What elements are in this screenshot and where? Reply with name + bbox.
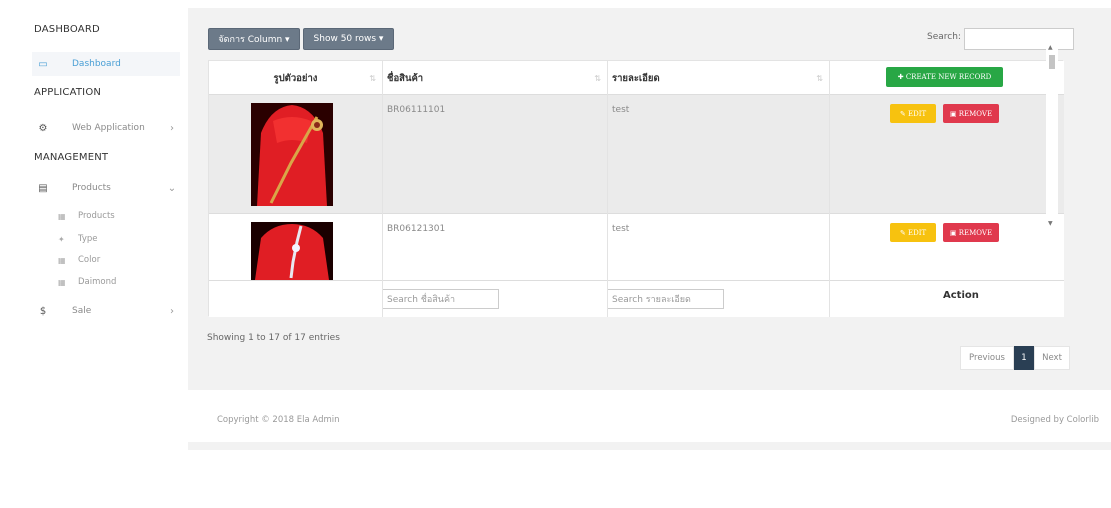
table-row[interactable]: BR06111101 test ✎ EDIT ▣ REMOVE — [209, 95, 1064, 214]
column-divider — [382, 61, 383, 317]
section-heading-dashboard: DASHBOARD — [34, 24, 100, 35]
sidebar-item-dashboard[interactable]: ▭ Dashboard — [32, 52, 180, 76]
product-code: BR06111101 — [387, 105, 446, 115]
sidebar-item-label: Dashboard — [72, 59, 121, 69]
column-header-name[interactable]: ชื่อสินค้า ⇅ — [382, 61, 607, 95]
main-content: จัดการ Column ▾ Show 50 rows ▾ Search: ร… — [188, 8, 1111, 450]
admin-page: DASHBOARD ▭ Dashboard APPLICATION ⚙ Web … — [0, 0, 1111, 508]
designed-by-text[interactable]: Designed by Colorlib — [1011, 415, 1099, 425]
section-heading-management: MANAGEMENT — [34, 152, 109, 163]
scrollbar-thumb[interactable] — [1049, 55, 1055, 69]
column-header-label: รูปตัวอย่าง — [273, 72, 318, 84]
sort-icon: ⇅ — [594, 73, 601, 83]
column-header-detail[interactable]: รายละเอียด ⇅ — [607, 61, 829, 95]
table-header: รูปตัวอย่าง ⇅ ชื่อสินค้า ⇅ รายละเอียด ⇅ … — [209, 61, 1064, 95]
page-footer: Copyright © 2018 Ela Admin Designed by C… — [188, 390, 1111, 442]
sidebar-item-web-application[interactable]: ⚙ Web Application › — [32, 116, 180, 140]
monitor-icon: ▭ — [38, 58, 48, 70]
remove-button[interactable]: ▣ REMOVE — [943, 223, 999, 242]
remove-button[interactable]: ▣ REMOVE — [943, 104, 999, 123]
chevron-right-icon: › — [170, 122, 174, 134]
scroll-up-icon[interactable]: ▲ — [1048, 44, 1053, 51]
sidebar-item-products[interactable]: ▤ Products ⌄ — [32, 176, 180, 200]
dollar-icon: $ — [39, 305, 47, 317]
create-new-record-button[interactable]: ✚ CREATE NEW RECORD — [886, 67, 1003, 87]
chevron-down-icon: ⌄ — [167, 182, 177, 194]
sidebar-item-sale[interactable]: $ Sale › — [32, 299, 180, 323]
previous-page-button[interactable]: Previous — [960, 346, 1014, 370]
product-detail: test — [612, 224, 630, 234]
product-image — [251, 222, 333, 280]
product-image — [251, 103, 333, 206]
sort-icon: ⇅ — [369, 73, 376, 83]
table-footer-row: Search ชื่อสินค้า Search รายละเอียด Acti… — [209, 281, 1064, 317]
submenu-item-label: Color — [78, 255, 101, 265]
column-divider — [829, 61, 830, 317]
chevron-right-icon: › — [170, 305, 174, 317]
product-photo-necklace — [251, 222, 333, 280]
column-header-label: ชื่อสินค้า — [387, 72, 424, 84]
gears-icon: ⚙ — [38, 122, 48, 134]
sidebar-item-label: Sale — [72, 306, 92, 316]
submenu-item-label: Products — [78, 211, 115, 221]
sidebar-item-label: Products — [72, 183, 111, 193]
page-1-button[interactable]: 1 — [1014, 346, 1034, 370]
show-rows-button[interactable]: Show 50 rows ▾ — [303, 28, 394, 50]
table-icon: ▦ — [58, 211, 66, 221]
table-icon: ▦ — [58, 255, 66, 265]
submenu-item-label: Daimond — [78, 277, 117, 287]
sort-icon: ⇅ — [816, 73, 823, 83]
table-icon: ▦ — [58, 277, 66, 287]
submenu-item-label: Type — [78, 234, 98, 244]
column-divider — [607, 61, 608, 317]
search-label: Search: — [927, 32, 961, 42]
table-row[interactable]: BR06121301 test ✎ EDIT ▣ REMOVE — [209, 214, 1064, 281]
search-name-input[interactable]: Search ชื่อสินค้า — [382, 289, 499, 309]
search-detail-input[interactable]: Search รายละเอียด — [607, 289, 724, 309]
table-icon: ▤ — [38, 182, 48, 194]
submenu-item-type[interactable]: ✦ Type — [58, 230, 98, 248]
copyright-text: Copyright © 2018 Ela Admin — [217, 415, 340, 425]
products-table: รูปตัวอย่าง ⇅ ชื่อสินค้า ⇅ รายละเอียด ⇅ … — [208, 60, 1064, 317]
sidebar-item-label: Web Application — [72, 123, 145, 133]
column-visibility-button[interactable]: จัดการ Column ▾ — [208, 28, 300, 50]
table-scrollbar[interactable]: ▲ ▼ — [1046, 44, 1058, 230]
submenu-item-products[interactable]: ▦ Products — [58, 207, 115, 225]
next-page-button[interactable]: Next — [1034, 346, 1070, 370]
section-heading-application: APPLICATION — [34, 87, 102, 98]
thumbs-up-icon: ✦ — [58, 234, 65, 244]
sidebar: DASHBOARD ▭ Dashboard APPLICATION ⚙ Web … — [18, 8, 188, 500]
product-code: BR06121301 — [387, 224, 446, 234]
edit-button[interactable]: ✎ EDIT — [890, 104, 936, 123]
column-header-image[interactable]: รูปตัวอย่าง ⇅ — [209, 61, 382, 95]
scroll-down-icon[interactable]: ▼ — [1048, 220, 1053, 227]
pagination: Previous 1 Next — [960, 346, 1070, 370]
action-column-label: Action — [943, 290, 979, 301]
submenu-item-daimond[interactable]: ▦ Daimond — [58, 273, 116, 291]
edit-button[interactable]: ✎ EDIT — [890, 223, 936, 242]
column-header-label: รายละเอียด — [612, 72, 660, 84]
table-info: Showing 1 to 17 of 17 entries — [207, 333, 340, 343]
product-photo-necklace — [251, 103, 333, 206]
product-detail: test — [612, 105, 630, 115]
submenu-item-color[interactable]: ▦ Color — [58, 251, 100, 269]
